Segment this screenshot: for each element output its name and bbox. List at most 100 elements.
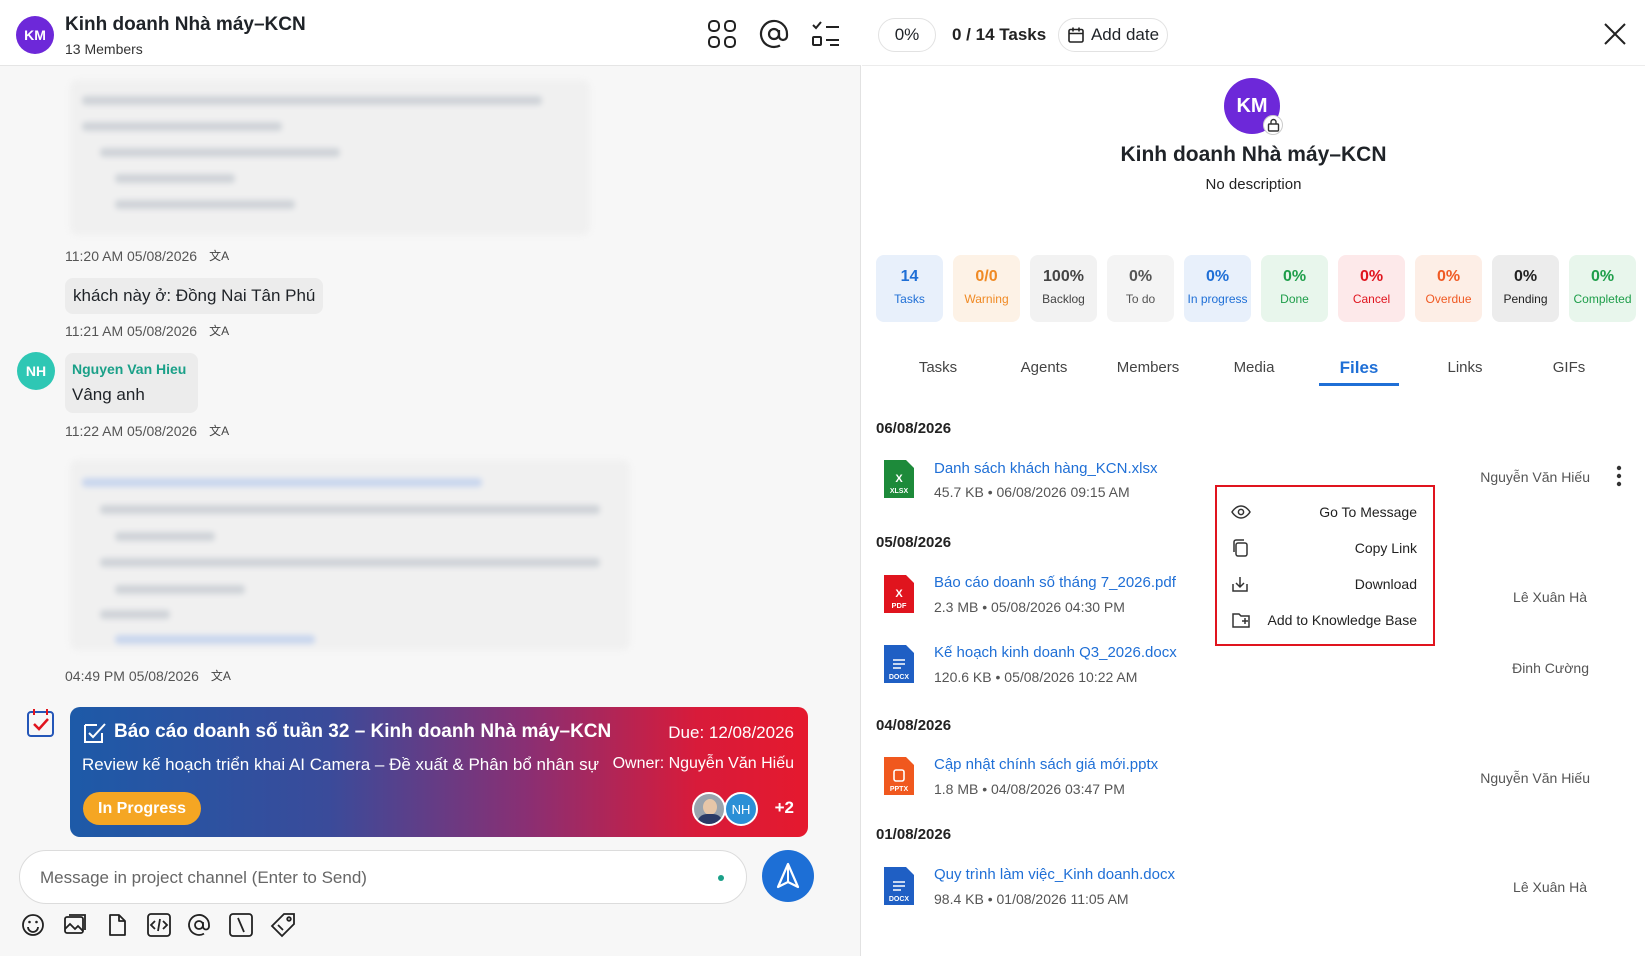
details-header: 0% 0 / 14 Tasks Add date <box>862 0 1645 66</box>
assignee-avatar-photo[interactable] <box>692 792 726 826</box>
file-name[interactable]: Danh sách khách hàng_KCN.xlsx <box>934 460 1157 477</box>
task-description: Review kế hoạch triển khai AI Camera – Đ… <box>82 755 599 774</box>
menu-download[interactable]: Download <box>1231 573 1417 595</box>
add-date-button[interactable]: Add date <box>1058 18 1168 52</box>
sender-avatar[interactable]: NH <box>17 352 55 390</box>
menu-go-to-message[interactable]: Go To Message <box>1231 501 1417 523</box>
translate-icon[interactable]: 文A <box>209 247 229 264</box>
stat-value: 14 <box>900 268 919 285</box>
file-owner: Lê Xuân Hà <box>1513 589 1587 605</box>
send-button[interactable] <box>762 850 814 902</box>
stat-tasks[interactable]: 14 Tasks <box>876 255 943 322</box>
docx-file-icon: DOCX <box>884 645 914 683</box>
tag-icon[interactable] <box>270 912 296 938</box>
menu-copy-link[interactable]: Copy Link <box>1231 537 1417 559</box>
file-name[interactable]: Báo cáo doanh số tháng 7_2026.pdf <box>934 574 1176 591</box>
emoji-icon[interactable] <box>20 912 46 938</box>
file-meta: 98.4 KB • 01/08/2026 11:05 AM <box>934 891 1129 907</box>
menu-add-knowledge-base[interactable]: Add to Knowledge Base <box>1231 609 1417 631</box>
pdf-file-icon: XPDF <box>884 575 914 613</box>
stat-completed[interactable]: 0% Completed <box>1569 255 1636 322</box>
tab-members[interactable]: Members <box>1093 350 1203 386</box>
channel-header: KM Kinh doanh Nhà máy–KCN 13 Members <box>0 0 861 66</box>
more-options-icon[interactable] <box>1615 465 1623 487</box>
slash-icon[interactable] <box>228 912 254 938</box>
file-owner: Nguyễn Văn Hiếu <box>1480 469 1590 485</box>
task-status-badge[interactable]: In Progress <box>83 792 202 825</box>
file-name[interactable]: Cập nhật chính sách giá mới.pptx <box>934 756 1158 773</box>
translate-icon[interactable]: 文A <box>211 667 231 684</box>
file-owner: Đinh Cường <box>1512 660 1589 676</box>
stat-overdue[interactable]: 0% Overdue <box>1415 255 1482 322</box>
message-timestamp: 11:21 AM 05/08/2026 文A <box>65 322 230 339</box>
stat-value: 0% <box>1590 268 1615 285</box>
file-owner: Lê Xuân Hà <box>1513 879 1587 895</box>
stat-to-do[interactable]: 0% To do <box>1107 255 1174 322</box>
edit-task-icon <box>84 723 106 743</box>
assignee-avatar[interactable]: NH <box>724 792 758 826</box>
stat-pending[interactable]: 0% Pending <box>1492 255 1559 322</box>
send-icon <box>776 862 800 889</box>
profile-description: No description <box>1205 176 1302 193</box>
stat-value: 0% <box>1436 268 1461 285</box>
message-timestamp: 11:20 AM 05/08/2026 文A <box>65 247 230 264</box>
task-calendar-icon <box>27 709 54 737</box>
code-icon[interactable] <box>146 912 172 938</box>
file-meta: 2.3 MB • 05/08/2026 04:30 PM <box>934 599 1125 615</box>
translate-icon[interactable]: 文A <box>209 422 229 439</box>
chat-panel: KM Kinh doanh Nhà máy–KCN 13 Members 11:… <box>0 0 861 956</box>
file-meta: 120.6 KB • 05/08/2026 10:22 AM <box>934 669 1138 685</box>
stat-backlog[interactable]: 100% Backlog <box>1030 255 1097 322</box>
svg-text:X: X <box>895 588 903 600</box>
blurred-message <box>70 80 590 235</box>
tab-gifs[interactable]: GIFs <box>1514 350 1624 386</box>
more-assignees[interactable]: +2 <box>775 798 794 818</box>
stat-warning[interactable]: 0/0 Warning <box>953 255 1020 322</box>
mention-icon[interactable] <box>758 18 790 50</box>
stat-label: Overdue <box>1425 292 1472 306</box>
channel-members[interactable]: 13 Members <box>65 41 143 57</box>
tab-agents[interactable]: Agents <box>989 350 1099 386</box>
stat-label: Backlog <box>1042 292 1085 306</box>
docx-file-icon: DOCX <box>884 867 914 905</box>
channel-avatar[interactable]: KM <box>16 16 54 54</box>
task-title: Báo cáo doanh số tuần 32 – Kinh doanh Nh… <box>114 721 612 742</box>
file-name[interactable]: Quy trình làm việc_Kinh doanh.docx <box>934 866 1175 883</box>
message-text: Vâng anh <box>72 385 145 404</box>
sender-name[interactable]: Nguyen Van Hieu <box>72 361 186 377</box>
stat-value: 100% <box>1043 268 1084 285</box>
stat-in-progress[interactable]: 0% In progress <box>1184 255 1251 322</box>
task-due-date: Due: 12/08/2026 <box>668 723 794 742</box>
date-header: 01/08/2026 <box>876 826 952 843</box>
tab-links[interactable]: Links <box>1410 350 1520 386</box>
progress-pill[interactable]: 0% <box>878 18 936 52</box>
stat-cancel[interactable]: 0% Cancel <box>1338 255 1405 322</box>
file-icon[interactable] <box>104 912 130 938</box>
stat-done[interactable]: 0% Done <box>1261 255 1328 322</box>
date-header: 06/08/2026 <box>876 420 952 437</box>
add-date-label: Add date <box>1090 25 1160 44</box>
task-owner: Owner: Nguyễn Văn Hiếu <box>612 755 794 772</box>
mention-icon[interactable] <box>186 912 212 938</box>
svg-text:XLSX: XLSX <box>890 488 909 495</box>
calendar-icon <box>1068 27 1084 43</box>
close-icon[interactable] <box>1601 20 1629 48</box>
grid-icon[interactable] <box>706 18 738 50</box>
stat-label: Cancel <box>1352 292 1391 306</box>
tab-media[interactable]: Media <box>1199 350 1309 386</box>
tab-files[interactable]: Files <box>1319 350 1399 386</box>
translate-icon[interactable]: 文A <box>209 322 229 339</box>
stat-value: 0% <box>1513 268 1538 285</box>
file-name[interactable]: Kế hoạch kinh doanh Q3_2026.docx <box>934 644 1177 661</box>
date-header: 05/08/2026 <box>876 534 952 551</box>
message-input[interactable] <box>40 865 680 891</box>
svg-text:DOCX: DOCX <box>889 896 910 903</box>
checklist-icon[interactable] <box>810 18 842 50</box>
image-icon[interactable] <box>62 912 88 938</box>
channel-title: Kinh doanh Nhà máy–KCN <box>65 14 306 35</box>
file-meta: 45.7 KB • 06/08/2026 09:15 AM <box>934 484 1130 500</box>
message-timestamp: 04:49 PM 05/08/2026 文A <box>65 667 231 684</box>
tab-tasks[interactable]: Tasks <box>883 350 993 386</box>
task-card[interactable]: Báo cáo doanh số tuần 32 – Kinh doanh Nh… <box>70 707 808 837</box>
svg-text:X: X <box>895 473 903 485</box>
